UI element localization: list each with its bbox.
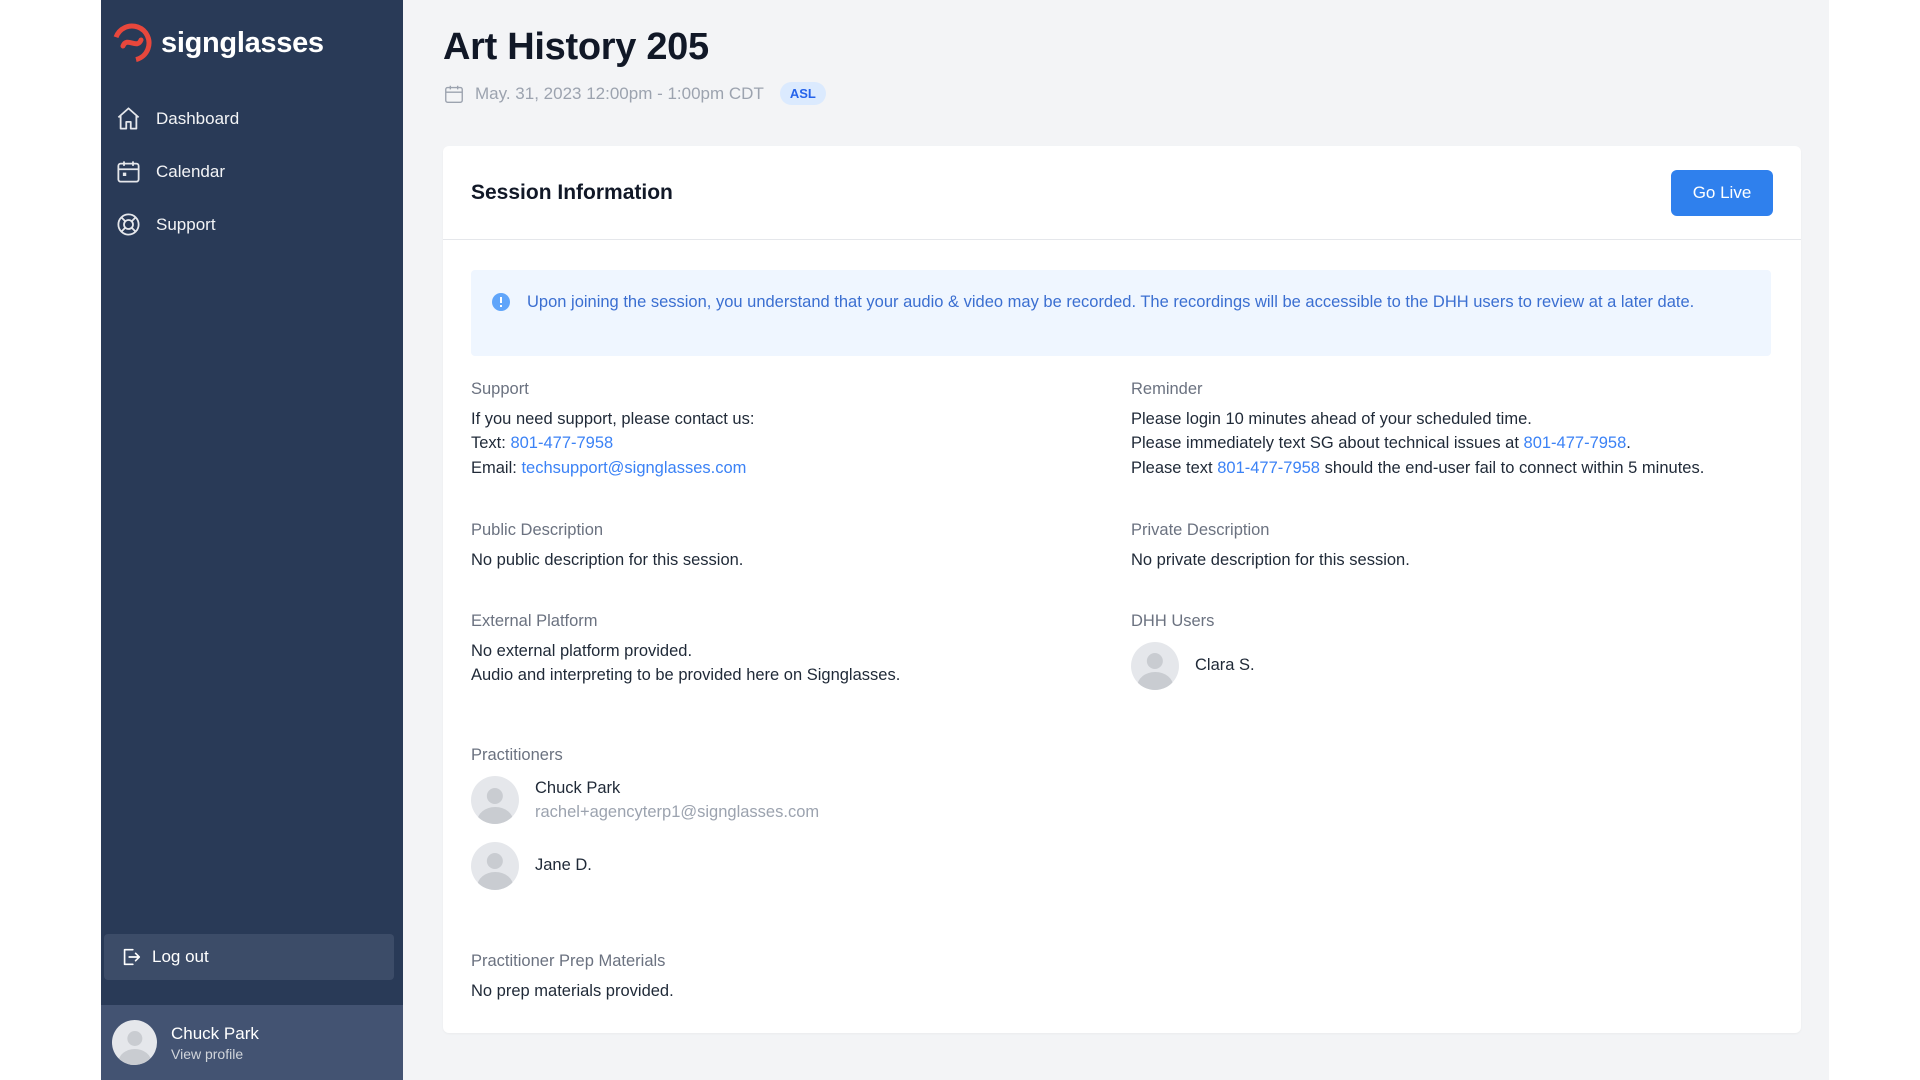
list-item: Clara S. (1131, 641, 1255, 690)
prep-materials-label: Practitioner Prep Materials (471, 952, 666, 970)
card-title: Session Information (471, 180, 673, 204)
public-description-label: Public Description (471, 521, 604, 539)
reminder-line-1: Please login 10 minutes ahead of your sc… (1131, 409, 1532, 428)
logout-label: Log out (152, 947, 209, 966)
logo-text: signglasses (161, 26, 324, 59)
language-badge: ASL (779, 82, 826, 105)
sidebar-item-support[interactable]: Support (111, 198, 391, 251)
card-header: Session Information Go Live (443, 146, 1801, 240)
reminder-section: Reminder Please login 10 minutes ahead o… (1131, 377, 1704, 480)
reminder-line-2-text: Please immediately text SG about technic… (1131, 434, 1524, 452)
practitioner-name: Chuck Park (535, 778, 621, 797)
support-email-line: Email: techsupport@signglasses.com (471, 456, 754, 481)
public-description-text: No public description for this session. (471, 550, 744, 569)
reminder-line-3: Please text 801-477-7958 should the end-… (1131, 456, 1704, 481)
recording-notice-text: Upon joining the session, you understand… (527, 293, 1695, 311)
view-profile-link[interactable]: View profile (171, 1046, 259, 1062)
sidebar-item-label: Support (156, 214, 216, 234)
support-section: Support If you need support, please cont… (471, 377, 754, 480)
external-platform-section: External Platform No external platform p… (471, 609, 900, 688)
list-item: Jane D. (471, 841, 819, 890)
external-platform-line-2: Audio and interpreting to be provided he… (471, 666, 901, 684)
support-label: Support (471, 380, 529, 398)
reminder-phone-link[interactable]: 801-477-7958 (1217, 459, 1320, 477)
email-prefix: Email: (471, 458, 522, 477)
session-information-card: Session Information Go Live Upon joining… (443, 146, 1801, 1033)
lifebuoy-icon (117, 213, 140, 236)
info-icon (492, 293, 510, 311)
sidebar-item-calendar[interactable]: Calendar (111, 145, 391, 198)
reminder-line-2: Please immediately text SG about technic… (1131, 431, 1704, 456)
list-item: Chuck Park rachel+agencyterp1@signglasse… (471, 776, 819, 825)
avatar (112, 1020, 157, 1065)
practitioner-name: Jane D. (535, 856, 592, 875)
sidebar-nav: Dashboard Calendar Support (111, 92, 391, 251)
go-live-button[interactable]: Go Live (1671, 169, 1773, 216)
support-text-line: Text: 801-477-7958 (471, 431, 754, 456)
logout-button[interactable]: Log out (104, 934, 394, 980)
support-phone-link[interactable]: 801-477-7958 (510, 434, 613, 452)
profile-name: Chuck Park (171, 1023, 259, 1043)
support-email-link[interactable]: techsupport@signglasses.com (521, 459, 746, 477)
session-datetime: May. 31, 2023 12:00pm - 1:00pm CDT (475, 83, 764, 103)
user-profile[interactable]: Chuck Park View profile (101, 1005, 403, 1080)
prep-materials-text: No prep materials provided. (471, 981, 674, 1000)
support-intro: If you need support, please contact us: (471, 409, 755, 428)
logout-icon (123, 948, 141, 966)
calendar-icon (445, 85, 463, 103)
private-description-text: No private description for this session. (1131, 550, 1410, 569)
prep-materials-section: Practitioner Prep Materials No prep mate… (471, 949, 674, 1003)
dhh-users-label: DHH Users (1131, 612, 1215, 630)
signglasses-logo-icon (112, 23, 152, 63)
private-description-section: Private Description No private descripti… (1131, 518, 1410, 572)
logo[interactable]: signglasses (111, 22, 324, 64)
reminder-line-2-suffix: . (1626, 434, 1631, 452)
reminder-phone-link[interactable]: 801-477-7958 (1524, 434, 1627, 452)
recording-notice: Upon joining the session, you understand… (471, 270, 1771, 356)
dhh-users-section: DHH Users Clara S. (1131, 609, 1255, 690)
avatar (471, 776, 519, 824)
sidebar-item-dashboard[interactable]: Dashboard (111, 92, 391, 145)
sidebar-item-label: Calendar (156, 161, 225, 181)
public-description-section: Public Description No public description… (471, 518, 743, 572)
external-platform-label: External Platform (471, 612, 598, 630)
reminder-line-3-suffix: should the end-user fail to connect with… (1319, 458, 1705, 477)
text-prefix: Text: (471, 434, 511, 452)
dhh-user-name: Clara S. (1195, 656, 1255, 675)
home-icon (117, 107, 140, 130)
calendar-icon (117, 161, 140, 183)
avatar (471, 841, 519, 890)
avatar (1131, 641, 1179, 690)
external-platform-line-1: No external platform provided. (471, 641, 693, 660)
page-title: Art History 205 (443, 26, 709, 68)
sidebar-item-label: Dashboard (156, 108, 240, 128)
sidebar: signglasses Dashboard Calendar Support L… (101, 0, 403, 1080)
practitioner-email: rachel+agencyterp1@signglasses.com (535, 803, 820, 821)
reminder-line-3-text: Please text (1131, 458, 1218, 477)
session-meta: May. 31, 2023 12:00pm - 1:00pm CDT ASL (443, 82, 826, 105)
private-description-label: Private Description (1131, 521, 1270, 539)
practitioners-section: Practitioners Chuck Park rachel+agencyte… (471, 743, 819, 890)
reminder-label: Reminder (1131, 380, 1203, 398)
practitioners-label: Practitioners (471, 746, 563, 764)
